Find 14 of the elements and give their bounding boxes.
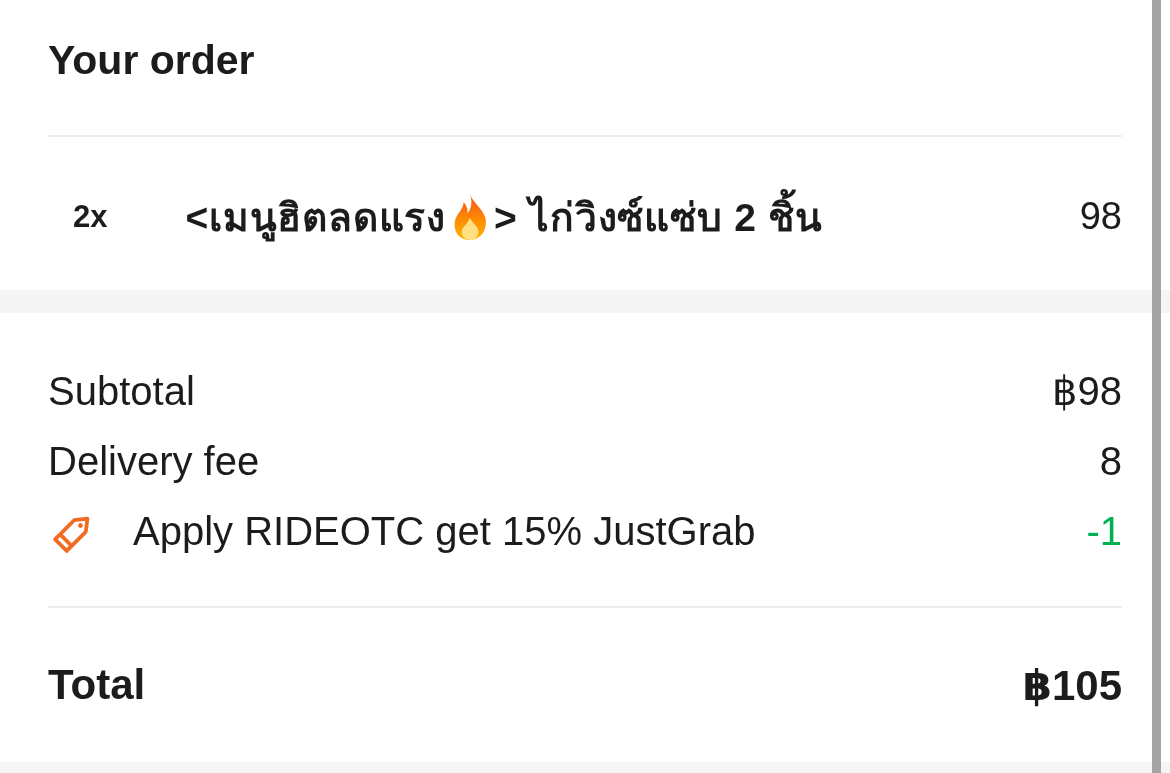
section-title: Your order xyxy=(48,38,255,82)
fee-label: Subtotal xyxy=(48,368,195,414)
item-name: > ไก่วิงซ์แซ่บ 2 ชิ้น xyxy=(494,185,824,248)
fee-amount: ฿98 xyxy=(1052,368,1122,414)
item-price: 98 xyxy=(1079,195,1122,238)
fee-label: Delivery fee xyxy=(48,438,260,484)
total-amount: ฿105 xyxy=(1022,660,1122,710)
item-name: <เมนูฮิตลดแรง xyxy=(185,185,447,248)
promo-label: Apply RIDEOTC get 15% JustGrab xyxy=(133,508,756,554)
fee-amount: 8 xyxy=(1099,438,1122,484)
item-quantity: 2x xyxy=(73,198,108,235)
discount-amount: -1 xyxy=(1086,508,1122,554)
scrollbar[interactable] xyxy=(1152,0,1161,773)
total-label: Total xyxy=(48,661,146,709)
